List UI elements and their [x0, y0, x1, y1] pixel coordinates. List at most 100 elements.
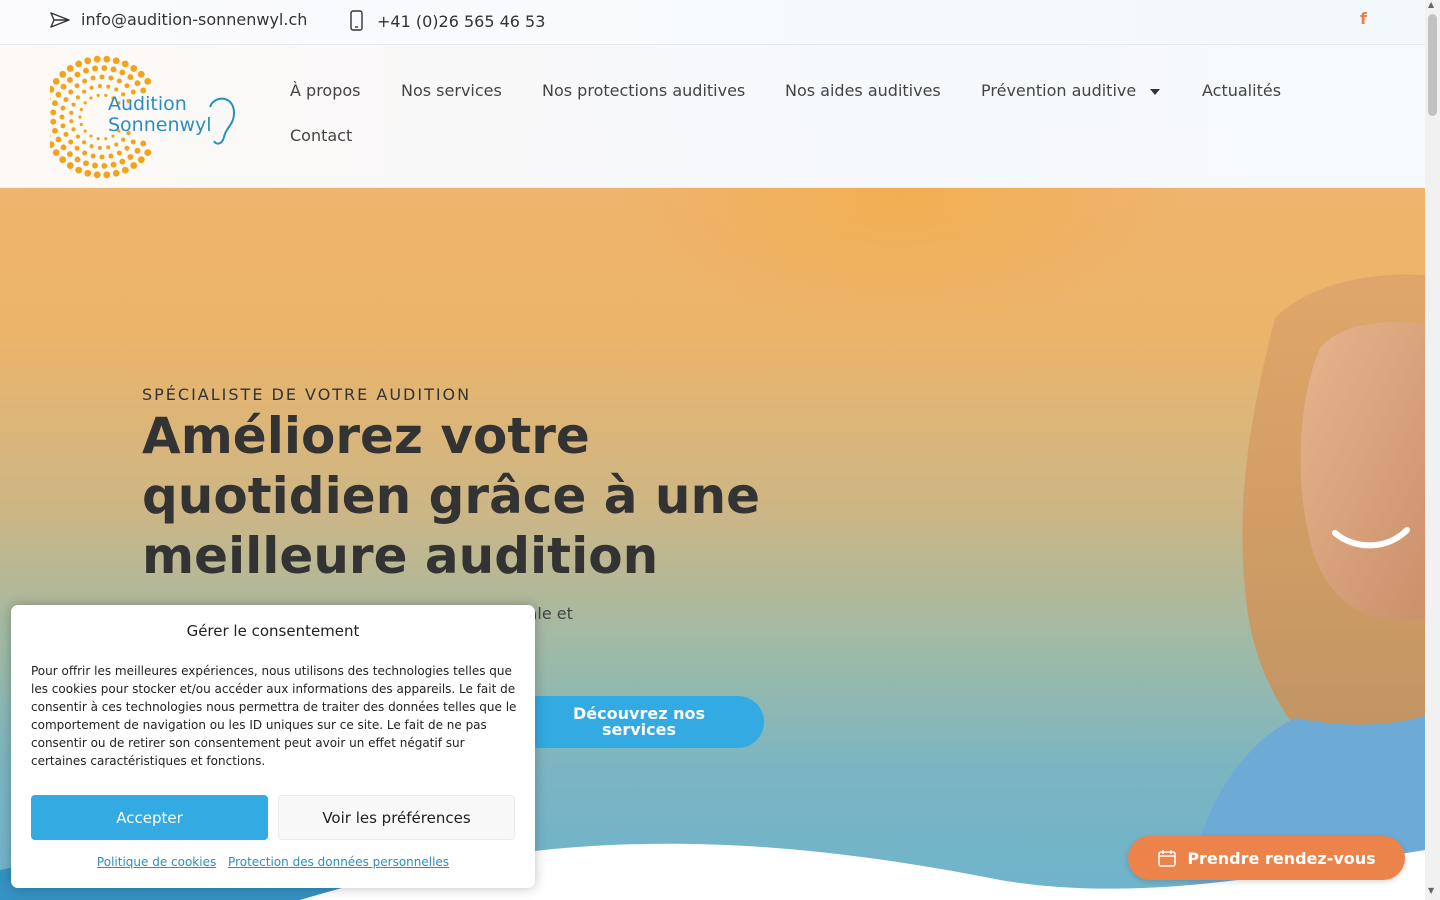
logo-sun-dot [130, 162, 138, 169]
hero-glow [620, 188, 1180, 328]
logo-sun-dot [66, 65, 74, 72]
nav-item-prevention-label: Prévention auditive [981, 81, 1137, 100]
logo-sun-dot [60, 83, 67, 90]
view-preferences-button[interactable]: Voir les préférences [278, 795, 515, 840]
logo-sun-dot [124, 145, 130, 151]
ear-logo-icon [209, 97, 236, 145]
logo-sun-dot [50, 118, 57, 125]
logo-sun-dot [127, 74, 134, 81]
logo-sun-dot [79, 122, 83, 127]
logo-sun-dot [75, 95, 81, 100]
logo-sun-dot [119, 158, 126, 165]
logo-sun-dot [114, 87, 119, 92]
logo-sun-dot [74, 71, 81, 78]
appointment-label: Prendre rendez-vous [1187, 848, 1376, 868]
logo-sun-dot [114, 142, 119, 147]
logo-sun-dot [96, 93, 100, 97]
logo-sun-dot [63, 97, 69, 103]
logo-sun-dot [92, 162, 98, 169]
logo-sun-dot [59, 156, 67, 164]
logo-sun-dot [60, 105, 66, 111]
logo-sun-dot [83, 160, 89, 167]
nav-item-protections-auditives[interactable]: Nos protections auditives [542, 81, 745, 100]
logo-sun-dot [63, 131, 69, 137]
book-appointment-button[interactable]: Prendre rendez-vous [1128, 836, 1405, 880]
logo-sun-dot [110, 66, 117, 73]
privacy-policy-link[interactable]: Protection des données personnelles [228, 855, 449, 869]
scroll-down-arrow-icon[interactable]: ▼ [1428, 886, 1434, 895]
logo-sun-dot [82, 150, 88, 156]
logo-sun-dot [59, 114, 65, 120]
logo-sun-dot [130, 139, 136, 145]
nav-item-contact[interactable]: Contact [290, 126, 352, 145]
logo-sun-dot [130, 65, 138, 72]
logo-sun-dot [52, 149, 60, 157]
hero-eyebrow: SPÉCIALISTE DE VOTRE AUDITION [142, 385, 472, 404]
logo-sun-dot [104, 93, 108, 97]
logo-sun-dot [97, 145, 102, 150]
send-icon [50, 11, 70, 28]
nav-item-aides-auditives[interactable]: Nos aides auditives [785, 81, 941, 100]
logo-sun-dot [121, 137, 126, 142]
logo-text-line1: Audition [108, 93, 187, 115]
logo-sun-dot [74, 83, 80, 89]
logo-sun-dot [89, 144, 94, 149]
cookie-policy-link[interactable]: Politique de cookies [97, 855, 216, 869]
logo-sun-dot [75, 134, 81, 139]
logo-sun-dot [75, 60, 83, 68]
logo-sun-dot [66, 151, 73, 157]
cookie-consent-dialog: Gérer le consentement Pour offrir les me… [11, 605, 535, 888]
logo-sun-dot [144, 77, 152, 85]
nav-item-a-propos[interactable]: À propos [290, 81, 360, 100]
page-scrollbar[interactable]: ▲ ▼ [1425, 0, 1440, 900]
scroll-up-arrow-icon[interactable]: ▲ [1428, 0, 1434, 9]
nav-item-prevention-auditive[interactable]: Prévention auditive [981, 81, 1161, 100]
consent-title: Gérer le consentement [186, 622, 360, 640]
logo-sun-dot [50, 96, 51, 101]
logo-sun-dot [71, 102, 76, 107]
logo-sun-dot [134, 80, 141, 87]
accept-cookies-button[interactable]: Accepter [31, 795, 268, 840]
logo-sun-dot [97, 84, 102, 89]
logo-sun-dot [108, 153, 114, 159]
logo-sun-dot [68, 89, 74, 95]
logo-sun-dot [140, 140, 147, 147]
caret-down-icon [1150, 88, 1161, 95]
site-logo[interactable]: Audition Sonnenwyl [50, 55, 240, 179]
logo-sun-dot [99, 154, 105, 160]
logo-sun-dot [112, 169, 120, 177]
logo-sun-dot [110, 161, 117, 168]
phone-link[interactable]: +41 (0)26 565 46 53 [348, 10, 545, 32]
logo-sun-dot [79, 107, 83, 112]
discover-services-button[interactable]: Découvrez nos services [514, 696, 764, 748]
logo-sun-dot [52, 127, 58, 134]
hero-headline: Améliorez votre quotidien grâce à une me… [142, 407, 761, 585]
logo-sun-dot [89, 134, 93, 138]
smiling-woman-image [1186, 274, 1425, 900]
logo-sun-dot [69, 110, 74, 115]
logo-sun-dot [78, 115, 82, 119]
logo-sun-dot [103, 171, 111, 179]
facebook-icon[interactable]: f [1360, 9, 1367, 28]
logo-sun-dot [75, 166, 83, 174]
logo-sun-dot [59, 70, 67, 78]
calendar-icon [1158, 850, 1177, 867]
logo-sun-dot [50, 141, 55, 149]
logo-sun-dot [104, 137, 108, 141]
logo-sun-dot [60, 144, 67, 151]
logo-sun-dot [50, 109, 57, 116]
logo-sun-dot [101, 162, 108, 169]
top-contact-bar: info@audition-sonnenwyl.ch +41 (0)26 565… [0, 0, 1425, 45]
logo-sun-dot [50, 85, 55, 93]
logo-sun-dot [112, 57, 120, 65]
logo-sun-dot [52, 100, 58, 107]
logo-sun-dot [116, 78, 122, 84]
logo-sun-dot [93, 55, 101, 63]
logo-sun-dot [74, 156, 81, 163]
logo-sun-dot [144, 149, 152, 157]
email-link[interactable]: info@audition-sonnenwyl.ch [50, 10, 307, 29]
scrollbar-thumb[interactable] [1428, 14, 1437, 116]
logo-sun-dot [137, 70, 145, 78]
nav-item-nos-services[interactable]: Nos services [401, 81, 502, 100]
nav-item-actualites[interactable]: Actualités [1202, 81, 1281, 100]
